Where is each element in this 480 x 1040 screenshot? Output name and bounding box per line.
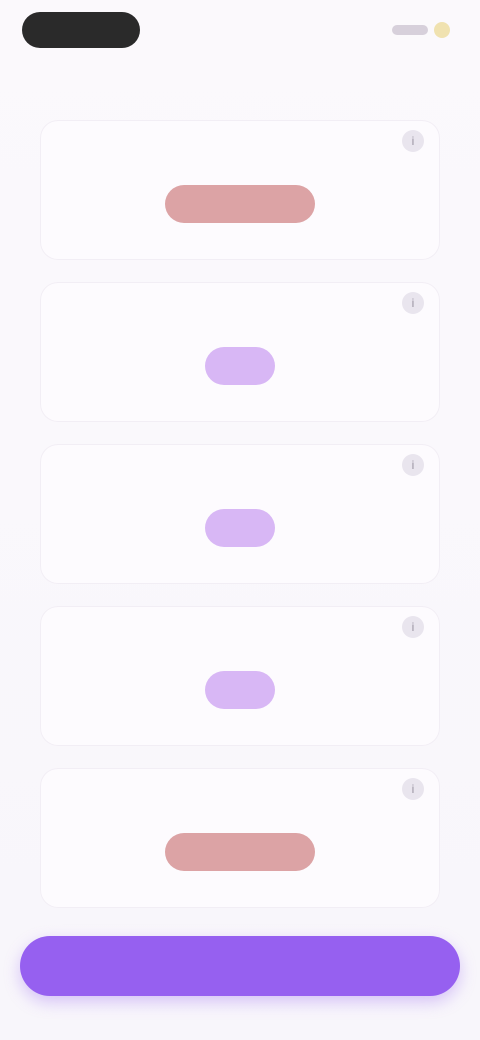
- status-badge: [205, 509, 275, 547]
- status-badge: [165, 185, 315, 223]
- status-badge: [205, 347, 275, 385]
- card-2[interactable]: i: [40, 282, 440, 422]
- bottom-action-area: [20, 936, 460, 1000]
- status-badge: [165, 833, 315, 871]
- info-icon[interactable]: i: [402, 616, 424, 638]
- card-1[interactable]: i: [40, 120, 440, 260]
- card-3[interactable]: i: [40, 444, 440, 584]
- info-icon[interactable]: i: [402, 454, 424, 476]
- signal-icon: [392, 25, 428, 35]
- card-4[interactable]: i: [40, 606, 440, 746]
- app-screen: i i i i i: [0, 0, 480, 1040]
- status-indicators: [392, 22, 450, 38]
- status-bar: [22, 8, 458, 52]
- primary-cta-button[interactable]: [20, 936, 460, 996]
- info-icon[interactable]: i: [402, 778, 424, 800]
- status-badge: [205, 671, 275, 709]
- info-icon[interactable]: i: [402, 130, 424, 152]
- card-5[interactable]: i: [40, 768, 440, 908]
- status-time: [22, 12, 140, 48]
- battery-icon: [434, 22, 450, 38]
- info-icon[interactable]: i: [402, 292, 424, 314]
